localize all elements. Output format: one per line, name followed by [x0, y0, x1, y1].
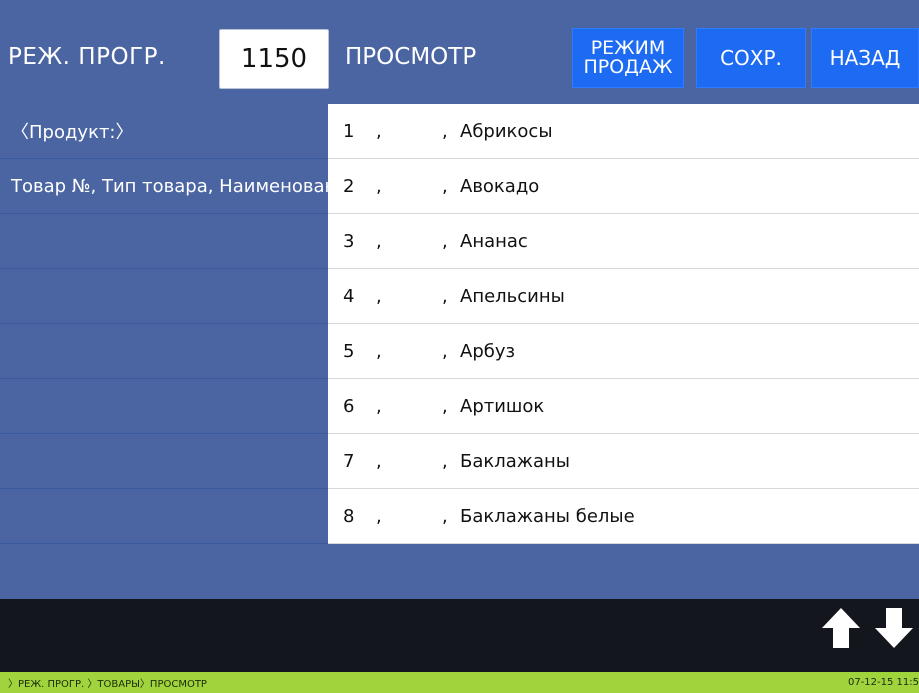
- sales-mode-button[interactable]: РЕЖИМ ПРОДАЖ: [572, 28, 684, 88]
- item-name: Артишок: [460, 395, 545, 417]
- list-item[interactable]: 1 , , Абрикосы: [328, 104, 919, 159]
- item-separator: ,: [376, 175, 382, 197]
- header-bar: РЕЖ. ПРОГР. 1150 ПРОСМОТР РЕЖИМ ПРОДАЖ С…: [0, 0, 919, 104]
- item-number: 2: [343, 175, 355, 197]
- breadcrumb: 〉РЕЖ. ПРОГР. 〉ТОВАРЫ〉ПРОСМОТР: [8, 679, 207, 690]
- item-number: 1: [343, 120, 355, 142]
- left-row-empty: [0, 324, 328, 379]
- item-separator: ,: [442, 505, 448, 527]
- item-separator: ,: [442, 120, 448, 142]
- item-number: 7: [343, 450, 355, 472]
- product-list: 1 , , Абрикосы 2 , , Авокадо 3 , , Анана…: [328, 104, 919, 544]
- list-item[interactable]: 8 , , Баклажаны белые: [328, 489, 919, 544]
- item-number: 3: [343, 230, 355, 252]
- list-item[interactable]: 3 , , Ананас: [328, 214, 919, 269]
- item-name: Баклажаны белые: [460, 505, 635, 527]
- item-number: 5: [343, 340, 355, 362]
- product-label: 〈Продукт:〉: [0, 104, 328, 159]
- item-separator: ,: [376, 450, 382, 472]
- arrow-down-icon[interactable]: [873, 606, 915, 650]
- list-item[interactable]: 5 , , Арбуз: [328, 324, 919, 379]
- item-separator: ,: [442, 395, 448, 417]
- left-row-empty: [0, 379, 328, 434]
- list-item[interactable]: 7 , , Баклажаны: [328, 434, 919, 489]
- item-separator: ,: [442, 285, 448, 307]
- item-separator: ,: [442, 450, 448, 472]
- left-row-empty: [0, 269, 328, 324]
- list-item[interactable]: 2 , , Авокадо: [328, 159, 919, 214]
- item-name: Ананас: [460, 230, 528, 252]
- item-name: Арбуз: [460, 340, 516, 362]
- item-separator: ,: [376, 340, 382, 362]
- item-separator: ,: [376, 285, 382, 307]
- empty-band: [0, 544, 919, 599]
- left-row-empty: [0, 489, 328, 544]
- save-button[interactable]: СОХР.: [696, 28, 806, 88]
- item-separator: ,: [376, 505, 382, 527]
- item-name: Баклажаны: [460, 450, 571, 472]
- view-title: ПРОСМОТР: [345, 44, 477, 70]
- status-datetime: 07-12-15 11:5: [847, 677, 919, 688]
- item-name: Апельсины: [460, 285, 565, 307]
- navigation-bar: [0, 599, 919, 672]
- item-separator: ,: [442, 340, 448, 362]
- item-separator: ,: [376, 120, 382, 142]
- item-name: Авокадо: [460, 175, 540, 197]
- item-name: Абрикосы: [460, 120, 553, 142]
- left-row-empty: [0, 214, 328, 269]
- item-number: 6: [343, 395, 355, 417]
- item-separator: ,: [376, 230, 382, 252]
- status-bar: 〉РЕЖ. ПРОГР. 〉ТОВАРЫ〉ПРОСМОТР 07-12-15 1…: [0, 672, 919, 693]
- left-row-empty: [0, 434, 328, 489]
- list-item[interactable]: 6 , , Артишок: [328, 379, 919, 434]
- list-item[interactable]: 4 , , Апельсины: [328, 269, 919, 324]
- fields-label: Товар №, Тип товара, Наименование: [0, 159, 328, 214]
- item-separator: ,: [376, 395, 382, 417]
- arrow-up-icon[interactable]: [820, 606, 862, 650]
- left-panel: 〈Продукт:〉 Товар №, Тип товара, Наименов…: [0, 104, 328, 544]
- item-number: 8: [343, 505, 355, 527]
- back-button[interactable]: НАЗАД: [811, 28, 919, 88]
- sales-mode-label-line2: ПРОДАЖ: [583, 56, 673, 78]
- item-separator: ,: [442, 230, 448, 252]
- mode-code-field[interactable]: 1150: [219, 29, 329, 89]
- item-separator: ,: [442, 175, 448, 197]
- item-number: 4: [343, 285, 355, 307]
- mode-title: РЕЖ. ПРОГР.: [8, 44, 166, 70]
